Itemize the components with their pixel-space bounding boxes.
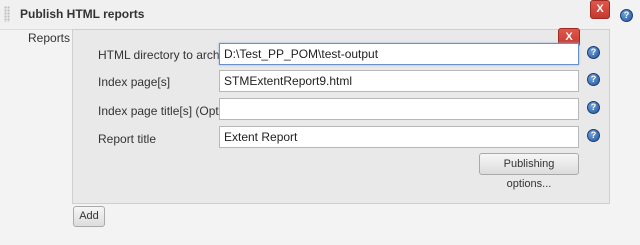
index-pages-input[interactable]	[219, 70, 579, 92]
section-title: Publish HTML reports	[20, 7, 145, 21]
html-directory-input[interactable]	[219, 43, 579, 65]
index-pages-label: Index page[s]	[98, 75, 171, 89]
add-report-button[interactable]: Add	[73, 206, 105, 227]
delete-section-button[interactable]: X	[590, 0, 610, 19]
section-help-icon[interactable]: ?	[620, 9, 633, 22]
index-page-titles-help-icon[interactable]: ?	[587, 101, 600, 114]
publishing-options-button[interactable]: Publishing options...	[479, 153, 579, 190]
report-title-label: Report title	[98, 132, 157, 146]
index-pages-help-icon[interactable]: ?	[587, 73, 600, 86]
reports-label: Reports	[28, 31, 71, 45]
html-directory-label: HTML directory to archive	[98, 48, 235, 62]
html-directory-help-icon[interactable]: ?	[587, 46, 600, 59]
index-page-titles-input[interactable]	[219, 98, 579, 120]
report-title-help-icon[interactable]: ?	[587, 129, 600, 142]
drag-handle-icon[interactable]	[4, 6, 10, 22]
report-title-input[interactable]	[219, 126, 579, 148]
